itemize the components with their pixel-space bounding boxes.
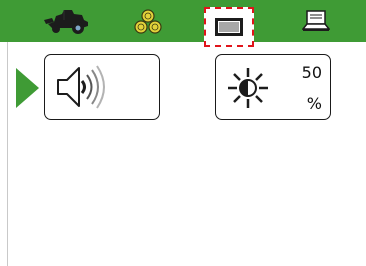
volume-button[interactable] <box>44 54 160 120</box>
display-icon <box>215 18 243 36</box>
left-border <box>7 42 8 266</box>
speaker-icon <box>57 65 105 109</box>
brightness-value: 50 <box>301 63 322 82</box>
selection-arrow <box>16 68 39 108</box>
laptop-icon <box>302 10 330 31</box>
bales-icon <box>134 9 162 34</box>
brightness-icon <box>228 68 268 108</box>
tab-bales[interactable] <box>120 0 176 42</box>
brightness-button[interactable]: 50 % <box>215 54 331 120</box>
tab-laptop[interactable] <box>288 0 344 42</box>
harvester-icon <box>44 10 88 34</box>
brightness-unit: % <box>306 94 322 113</box>
tab-harvester[interactable] <box>38 0 98 42</box>
tab-display[interactable] <box>204 7 254 47</box>
